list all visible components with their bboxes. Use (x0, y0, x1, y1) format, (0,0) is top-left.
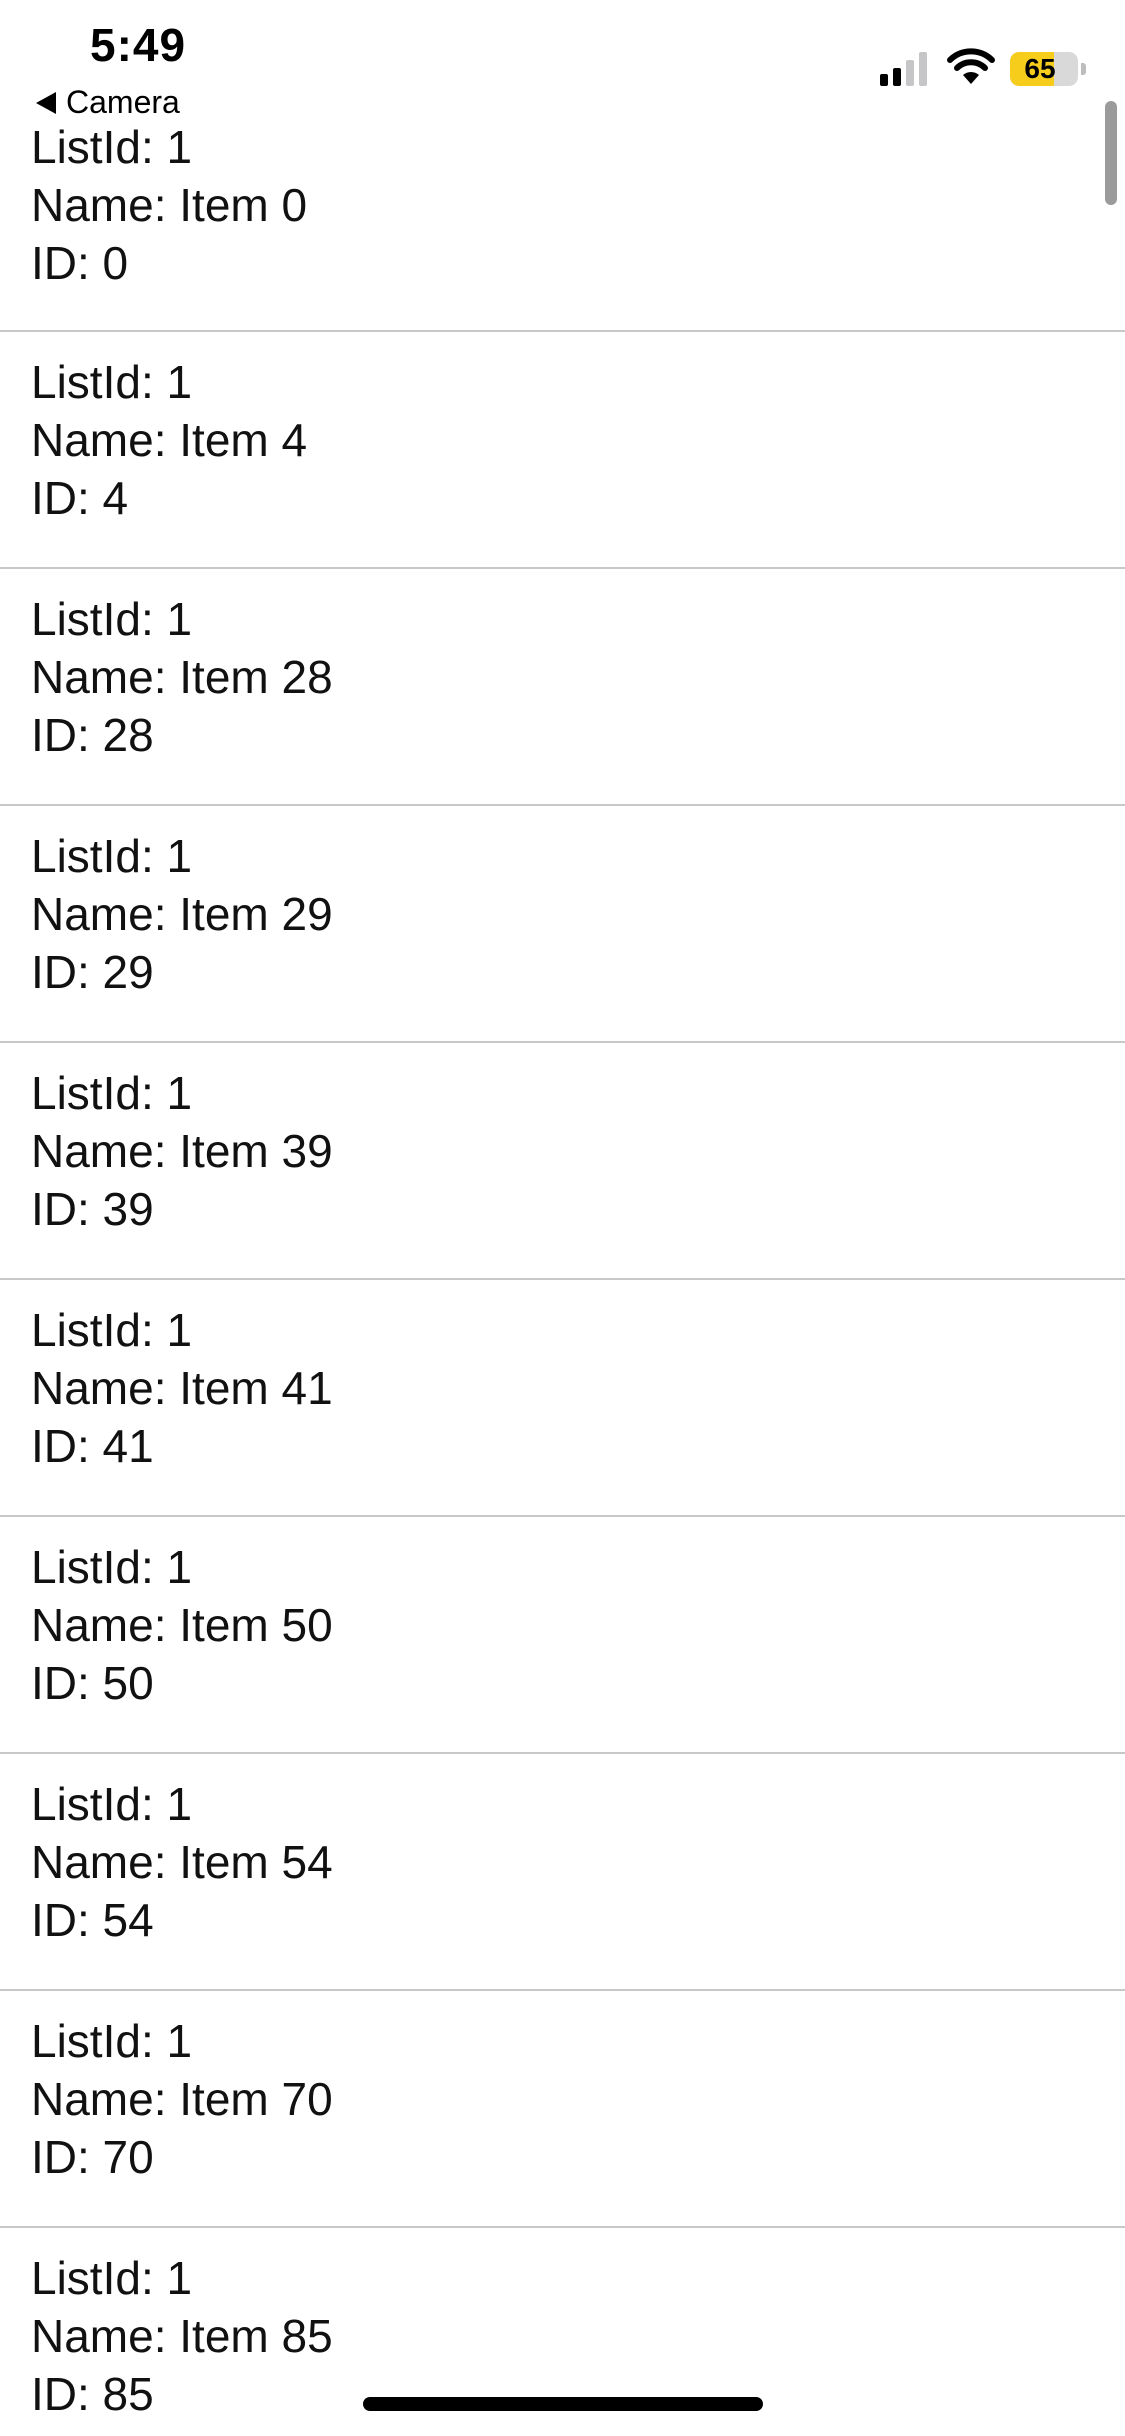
wifi-icon (946, 46, 996, 91)
item-name-text: Name: Item 4 (31, 414, 308, 466)
item-id-text: ID: 50 (31, 1657, 154, 1709)
status-bar: 5:49 Camera 65 (0, 0, 1125, 130)
list-item[interactable]: ListId: 1 Name: Item 4 ID: 4 (0, 332, 1125, 569)
item-id-text: ID: 54 (31, 1894, 154, 1946)
status-time: 5:49 (90, 19, 187, 71)
item-id-text: ID: 39 (31, 1183, 154, 1235)
list-id-text: ListId: 1 (31, 2252, 193, 2304)
signal-bar (919, 52, 927, 86)
cellular-signal-icon (880, 50, 927, 86)
list-item[interactable]: ListId: 1 Name: Item 39 ID: 39 (0, 1043, 1125, 1280)
item-name-text: Name: Item 0 (31, 179, 308, 231)
item-id-text: ID: 41 (31, 1420, 154, 1472)
item-id-text: ID: 4 (31, 472, 129, 524)
list-id-text: ListId: 1 (31, 593, 193, 645)
battery-body: 65 (1010, 52, 1078, 86)
item-name-text: Name: Item 28 (31, 651, 333, 703)
item-name-text: Name: Item 39 (31, 1125, 333, 1177)
item-id-text: ID: 28 (31, 709, 154, 761)
battery-cap (1081, 63, 1086, 75)
item-name-text: Name: Item 85 (31, 2310, 333, 2362)
list-item[interactable]: ListId: 1 Name: Item 28 ID: 28 (0, 569, 1125, 806)
item-id-text: ID: 70 (31, 2131, 154, 2183)
home-indicator[interactable] (363, 2397, 763, 2411)
back-app-label: Camera (66, 84, 180, 120)
item-id-text: ID: 29 (31, 946, 154, 998)
item-name-text: Name: Item 70 (31, 2073, 333, 2125)
signal-bar (906, 60, 914, 86)
battery-level-text: 65 (1024, 53, 1056, 84)
list-item[interactable]: ListId: 1 Name: Item 54 ID: 54 (0, 1754, 1125, 1991)
list-item[interactable]: ListId: 1 Name: Item 70 ID: 70 (0, 1991, 1125, 2228)
list-id-text: ListId: 1 (31, 1778, 193, 1830)
back-arrow-icon (36, 91, 56, 114)
screen: ListId: 1 Name: Item 0 ID: 0 ListId: 1 N… (0, 0, 1125, 2436)
list-id-text: ListId: 1 (31, 1541, 193, 1593)
list-id-text: ListId: 1 (31, 2015, 193, 2067)
list-item[interactable]: ListId: 1 Name: Item 29 ID: 29 (0, 806, 1125, 1043)
item-id-text: ID: 0 (31, 237, 129, 289)
item-name-text: Name: Item 50 (31, 1599, 333, 1651)
item-name-text: Name: Item 29 (31, 888, 333, 940)
item-id-text: ID: 85 (31, 2368, 154, 2420)
item-name-text: Name: Item 41 (31, 1362, 333, 1414)
list-item[interactable]: ListId: 1 Name: Item 50 ID: 50 (0, 1517, 1125, 1754)
scroll-indicator[interactable] (1105, 101, 1117, 205)
list-item[interactable]: ListId: 1 Name: Item 41 ID: 41 (0, 1280, 1125, 1517)
list-id-text: ListId: 1 (31, 1067, 193, 1119)
item-list[interactable]: ListId: 1 Name: Item 0 ID: 0 ListId: 1 N… (0, 0, 1125, 2436)
list-id-text: ListId: 1 (31, 356, 193, 408)
list-id-text: ListId: 1 (31, 830, 193, 882)
signal-bar (880, 74, 888, 86)
signal-bar (893, 68, 901, 86)
back-to-app-button[interactable]: Camera (36, 84, 180, 121)
item-name-text: Name: Item 54 (31, 1836, 333, 1888)
battery-icon: 65 (1010, 52, 1086, 86)
list-id-text: ListId: 1 (31, 1304, 193, 1356)
